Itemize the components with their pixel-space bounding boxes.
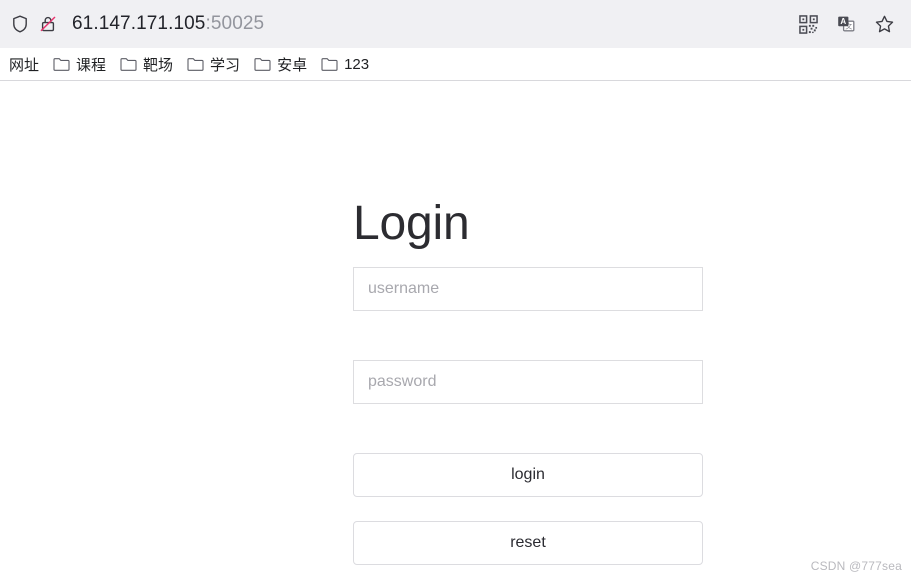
- shield-icon[interactable]: [6, 10, 34, 38]
- watermark: CSDN @777sea: [810, 559, 902, 573]
- bookmark-star-icon[interactable]: [869, 9, 899, 39]
- address-bar[interactable]: 61.147.171.105:50025 文 A: [0, 0, 911, 48]
- bookmark-item-5[interactable]: 123: [314, 54, 376, 75]
- bookmark-item-0[interactable]: 网址: [2, 52, 46, 77]
- bookmark-label: 学习: [210, 56, 241, 74]
- bookmark-label: 靶场: [143, 56, 174, 74]
- login-button[interactable]: login: [353, 453, 703, 498]
- login-form: Login login reset: [353, 197, 703, 566]
- password-input[interactable]: [353, 360, 703, 405]
- reset-button[interactable]: reset: [353, 521, 703, 566]
- url-text[interactable]: 61.147.171.105:50025: [72, 13, 793, 35]
- qr-code-icon[interactable]: [793, 9, 823, 39]
- bookmark-item-2[interactable]: 靶场: [113, 52, 180, 77]
- browser-chrome: 61.147.171.105:50025 文 A 网址 课程 靶场 学习 安卓…: [0, 0, 911, 81]
- folder-icon: [120, 57, 137, 71]
- bookmark-label: 安卓: [277, 56, 308, 74]
- page-content: Login login reset CSDN @777sea: [0, 81, 911, 578]
- translate-icon[interactable]: 文 A: [831, 9, 861, 39]
- bookmark-label: 课程: [76, 56, 107, 74]
- bookmark-item-3[interactable]: 学习: [180, 52, 247, 77]
- folder-icon: [187, 57, 204, 71]
- folder-icon: [321, 57, 338, 71]
- bookmark-label: 123: [344, 55, 370, 73]
- bookmarks-bar: 网址 课程 靶场 学习 安卓 123: [0, 48, 911, 81]
- insecure-lock-icon[interactable]: [34, 10, 62, 38]
- bookmark-item-1[interactable]: 课程: [46, 52, 113, 77]
- username-input[interactable]: [353, 267, 703, 312]
- url-host: 61.147.171.105: [72, 13, 206, 34]
- address-bar-actions: 文 A: [793, 9, 899, 39]
- folder-icon: [53, 57, 70, 71]
- bookmark-label: 网址: [9, 56, 40, 74]
- url-port: :50025: [205, 13, 265, 34]
- bookmark-item-4[interactable]: 安卓: [247, 52, 314, 77]
- svg-text:A: A: [840, 17, 846, 26]
- page-title: Login: [353, 197, 470, 250]
- folder-icon: [254, 57, 271, 71]
